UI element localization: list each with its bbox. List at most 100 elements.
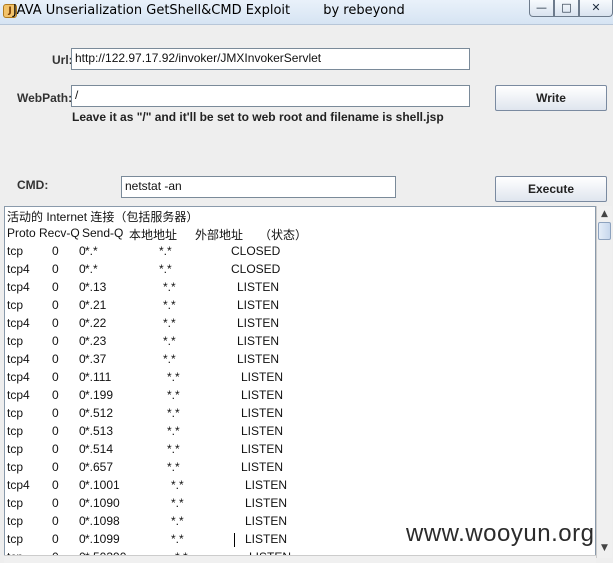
cell-proto: tcp4: [7, 352, 30, 366]
cmd-input[interactable]: netstat -an: [121, 176, 396, 198]
minimize-button[interactable]: —: [529, 0, 554, 17]
cell-proto: tcp4: [7, 262, 30, 276]
cell-local-address: *.1098: [85, 514, 120, 528]
cell-foreign-address: *.*: [163, 316, 176, 330]
cell-recv-q: 0: [52, 280, 59, 294]
output-row: tcp4 0 0 *.1001 *.* LISTEN: [7, 478, 595, 496]
watermark: www.wooyun.org: [406, 520, 595, 547]
cell-local-address: *.*: [85, 244, 98, 258]
cell-recv-q: 0: [52, 514, 59, 528]
cell-proto: tcp: [7, 496, 24, 510]
cell-local-address: *.1099: [85, 532, 120, 546]
cell-foreign-address: *.*: [171, 514, 184, 528]
column-send-q: Send-Q: [82, 226, 124, 240]
output-row: tcp 0 0 *.657 *.* LISTEN: [7, 460, 595, 478]
cell-foreign-address: *.*: [167, 442, 180, 456]
cell-state: LISTEN: [241, 424, 284, 438]
webpath-input[interactable]: /: [71, 85, 470, 107]
scroll-up-icon[interactable]: ▲: [597, 206, 612, 222]
output-row: tcp4 0 0 *.* *.* CLOSED: [7, 262, 595, 280]
cell-local-address: *.1090: [85, 496, 120, 510]
cell-recv-q: 0: [52, 388, 59, 402]
write-button[interactable]: Write: [495, 85, 607, 111]
webpath-label: WebPath:: [17, 91, 73, 105]
cell-recv-q: 0: [52, 262, 59, 276]
column-state: （状态）: [259, 228, 308, 242]
vertical-scrollbar[interactable]: ▲ ▼: [596, 206, 612, 558]
cell-state: LISTEN: [241, 442, 284, 456]
cell-state: LISTEN: [237, 334, 280, 348]
output-row: tcp 0 0 *.514 *.* LISTEN: [7, 442, 595, 460]
horizontal-scrollbar[interactable]: [4, 555, 596, 563]
cell-local-address: *.111: [85, 370, 112, 384]
output-textarea[interactable]: 活动的 Internet 连接（包括服务器） Proto Recv-Q Send…: [4, 206, 596, 558]
cell-state: LISTEN: [241, 370, 284, 384]
cell-state: LISTEN: [241, 406, 284, 420]
scroll-down-icon[interactable]: ▼: [597, 540, 612, 556]
cell-state: LISTEN: [245, 496, 288, 510]
cell-state: LISTEN: [241, 388, 284, 402]
cell-proto: tcp: [7, 424, 24, 438]
cell-state: LISTEN: [241, 460, 284, 474]
cell-recv-q: 0: [52, 352, 59, 366]
close-button[interactable]: ✕: [579, 0, 613, 17]
cell-proto: tcp4: [7, 370, 30, 384]
cell-foreign-address: *.*: [167, 388, 180, 402]
cell-proto: tcp: [7, 532, 24, 546]
cell-state: LISTEN: [237, 316, 280, 330]
execute-button[interactable]: Execute: [495, 176, 607, 202]
title-bar[interactable]: J JAVA Unserialization GetShell&CMD Expl…: [0, 0, 613, 25]
cell-foreign-address: *.*: [167, 370, 180, 384]
cell-proto: tcp: [7, 460, 24, 474]
cell-recv-q: 0: [52, 460, 59, 474]
scroll-thumb[interactable]: [598, 222, 611, 240]
cell-state: LISTEN: [237, 352, 280, 366]
cell-recv-q: 0: [52, 478, 59, 492]
cell-recv-q: 0: [52, 316, 59, 330]
cell-local-address: *.37: [85, 352, 107, 366]
output-row: tcp 0 0 *.* *.* CLOSED: [7, 244, 595, 262]
cell-state: CLOSED: [231, 244, 281, 258]
column-recv-q: Recv-Q: [39, 226, 80, 240]
cell-proto: tcp: [7, 298, 24, 312]
cell-proto: tcp4: [7, 280, 30, 294]
cell-local-address: *.657: [85, 460, 114, 474]
output-row: tcp 0 0 *.513 *.* LISTEN: [7, 424, 595, 442]
output-column-header: Proto Recv-Q Send-Q 本地地址 外部地址 （状态）: [7, 226, 595, 244]
cell-foreign-address: *.*: [159, 262, 172, 276]
cell-recv-q: 0: [52, 442, 59, 456]
output-row: tcp 0 0 *.23 *.* LISTEN: [7, 334, 595, 352]
cell-recv-q: 0: [52, 244, 59, 258]
output-row: tcp 0 0 *.21 *.* LISTEN: [7, 298, 595, 316]
cell-proto: tcp: [7, 244, 24, 258]
output-row: tcp4 0 0 *.111 *.* LISTEN: [7, 370, 595, 388]
output-row: tcp4 0 0 *.37 *.* LISTEN: [7, 352, 595, 370]
cell-recv-q: 0: [52, 532, 59, 546]
cell-recv-q: 0: [52, 334, 59, 348]
cell-foreign-address: *.*: [171, 478, 184, 492]
column-proto: Proto: [7, 226, 36, 240]
cell-recv-q: 0: [52, 370, 59, 384]
cell-recv-q: 0: [52, 424, 59, 438]
output-row: tcp4 0 0 *.22 *.* LISTEN: [7, 316, 595, 334]
cell-foreign-address: *.*: [167, 460, 180, 474]
column-foreign-address: 外部地址: [195, 228, 244, 242]
cell-local-address: *.13: [85, 280, 107, 294]
cell-foreign-address: *.*: [159, 244, 172, 258]
cell-proto: tcp: [7, 334, 24, 348]
cell-proto: tcp: [7, 406, 24, 420]
cell-state: LISTEN: [237, 298, 280, 312]
cell-foreign-address: *.*: [167, 406, 180, 420]
cell-local-address: *.21: [85, 298, 107, 312]
cell-foreign-address: *.*: [163, 280, 176, 294]
column-local-address: 本地地址: [129, 228, 178, 242]
cell-recv-q: 0: [52, 298, 59, 312]
cell-recv-q: 0: [52, 496, 59, 510]
cell-local-address: *.513: [85, 424, 114, 438]
cell-foreign-address: *.*: [171, 532, 184, 546]
window-title: JAVA Unserialization GetShell&CMD Exploi…: [13, 3, 405, 18]
webpath-hint: Leave it as "/" and it'll be set to web …: [72, 110, 444, 124]
maximize-button[interactable]: □: [554, 0, 579, 17]
url-input[interactable]: http://122.97.17.92/invoker/JMXInvokerSe…: [71, 48, 470, 70]
cell-foreign-address: *.*: [167, 424, 180, 438]
